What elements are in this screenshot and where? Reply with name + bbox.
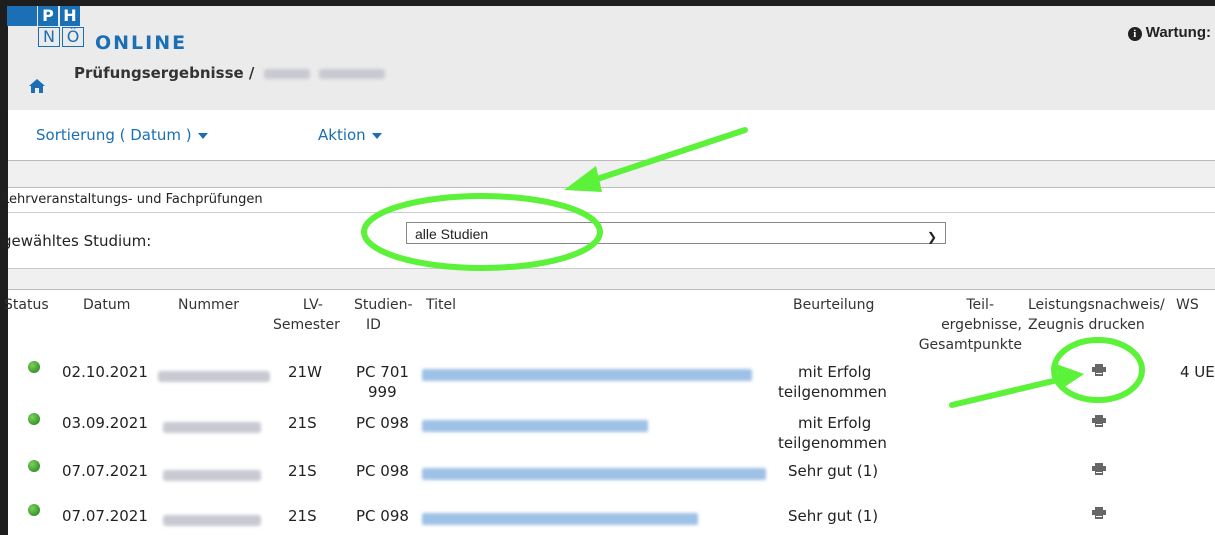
info-icon: i bbox=[1127, 27, 1142, 41]
col-lv-semester-line2: Semester bbox=[273, 317, 340, 333]
row-titel-link[interactable] bbox=[422, 465, 766, 485]
spacer-bar bbox=[8, 268, 1215, 290]
chevron-down-icon: ❯ bbox=[926, 230, 937, 244]
col-nummer[interactable]: Nummer bbox=[178, 295, 239, 315]
row-beurteilung-line1: mit Erfolg bbox=[798, 363, 872, 381]
row-beurteilung: Sehr gut (1) bbox=[788, 462, 879, 480]
col-teilergebnisse[interactable]: Teil- ergebnisse, Gesamtpunkte bbox=[912, 295, 1022, 355]
col-studien-line2: ID bbox=[366, 317, 381, 333]
col-lv-semester[interactable]: LV- Semester bbox=[273, 295, 340, 335]
col-beurteilung[interactable]: Beurteilung bbox=[793, 295, 874, 315]
col-studien-id[interactable]: Studien- ID bbox=[354, 295, 413, 335]
caret-down-icon bbox=[371, 132, 382, 139]
print-icon[interactable] bbox=[1092, 415, 1106, 427]
col-leistung-line2: Zeugnis drucken bbox=[1028, 317, 1145, 333]
col-teil-line2: ergebnisse, bbox=[941, 317, 1022, 333]
sort-menu-label: Sortierung ( Datum ) bbox=[36, 126, 192, 144]
row-beurteilung-line1: mit Erfolg bbox=[798, 414, 872, 432]
row-titel-link[interactable] bbox=[422, 417, 648, 437]
row-nummer-redacted bbox=[163, 417, 261, 437]
col-leistung-line1: Leistungsnachweis/ bbox=[1028, 297, 1165, 313]
row-semester: 21S bbox=[288, 507, 317, 525]
col-status[interactable]: Status bbox=[4, 295, 49, 315]
print-icon[interactable] bbox=[1092, 364, 1106, 376]
row-titel-link[interactable] bbox=[422, 510, 698, 530]
row-semester: 21S bbox=[288, 414, 317, 432]
col-titel[interactable]: Titel bbox=[426, 295, 456, 315]
study-filter-row: gewähltes Studium: alle Studien ❯ bbox=[2, 212, 1215, 268]
row-semester: 21W bbox=[288, 363, 322, 381]
breadcrumb: Prüfungsergebnisse / bbox=[74, 64, 385, 82]
row-datum: 02.10.2021 bbox=[62, 363, 148, 381]
row-nummer-redacted bbox=[163, 465, 261, 485]
status-ok-icon bbox=[28, 413, 40, 425]
row-studien-line1: PC 701 bbox=[356, 363, 409, 381]
row-nummer-redacted bbox=[163, 510, 261, 530]
col-ws[interactable]: WS bbox=[1176, 295, 1199, 315]
col-datum[interactable]: Datum bbox=[83, 295, 130, 315]
status-ok-icon bbox=[28, 460, 40, 472]
logo-bar bbox=[7, 6, 37, 26]
logo-letter: Ö bbox=[62, 27, 84, 47]
section-title: Lehrveranstaltungs- und Fachprüfungen bbox=[2, 188, 1215, 213]
row-studien: PC 098 bbox=[356, 414, 409, 432]
app-header: PH NÖ ONLINE i Wartung: Prüfungsergebniss… bbox=[7, 6, 1215, 110]
caret-down-icon bbox=[197, 132, 208, 139]
menu-bar: Sortierung ( Datum ) Aktion bbox=[8, 110, 1215, 161]
col-teil-line3: Gesamtpunkte bbox=[918, 337, 1022, 353]
action-menu-label: Aktion bbox=[318, 126, 366, 144]
row-ws: 4 UE bbox=[1180, 363, 1215, 381]
row-studien-line2: 999 bbox=[368, 383, 397, 401]
print-icon[interactable] bbox=[1092, 463, 1106, 475]
logo-letter: H bbox=[60, 6, 80, 26]
row-studien: PC 098 bbox=[356, 507, 409, 525]
logo-letter: N bbox=[38, 27, 60, 47]
table-row: 07.07.2021 21S PC 098 Sehr gut (1) bbox=[8, 500, 1215, 534]
table-row: 02.10.2021 21W PC 701 999 mit Erfolg tei… bbox=[8, 358, 1215, 406]
row-nummer-redacted bbox=[158, 366, 270, 386]
col-lv-semester-line1: LV- bbox=[302, 297, 323, 313]
row-datum: 07.07.2021 bbox=[62, 462, 148, 480]
logo-wordmark: ONLINE bbox=[95, 32, 188, 54]
row-beurteilung-line2: teilgenommen bbox=[778, 434, 887, 452]
row-semester: 21S bbox=[288, 462, 317, 480]
row-datum: 07.07.2021 bbox=[62, 507, 148, 525]
redacted-name bbox=[318, 68, 385, 79]
col-leistungsnachweis[interactable]: Leistungsnachweis/ Zeugnis drucken bbox=[1028, 295, 1165, 335]
study-label: gewähltes Studium: bbox=[2, 232, 152, 250]
study-select-value: alle Studien bbox=[415, 226, 489, 242]
page-title: Prüfungsergebnisse / bbox=[74, 64, 255, 82]
status-ok-icon bbox=[28, 504, 40, 516]
row-datum: 03.09.2021 bbox=[62, 414, 148, 432]
col-teil-line1: Teil- bbox=[966, 297, 994, 313]
row-titel-link[interactable] bbox=[422, 366, 752, 386]
table-row: 07.07.2021 21S PC 098 Sehr gut (1) bbox=[8, 458, 1215, 494]
row-beurteilung: Sehr gut (1) bbox=[788, 507, 879, 525]
col-studien-line1: Studien- bbox=[354, 297, 413, 313]
home-icon[interactable] bbox=[28, 78, 46, 94]
action-menu[interactable]: Aktion bbox=[318, 126, 382, 144]
print-icon[interactable] bbox=[1092, 507, 1106, 519]
maintenance-label: Wartung: bbox=[1145, 24, 1211, 41]
row-studien: PC 098 bbox=[356, 462, 409, 480]
logo-letter: P bbox=[38, 6, 58, 26]
section-title-text: Lehrveranstaltungs- und Fachprüfungen bbox=[2, 192, 263, 207]
row-beurteilung-line2: teilgenommen bbox=[778, 383, 887, 401]
sort-menu[interactable]: Sortierung ( Datum ) bbox=[36, 126, 208, 144]
table-row: 03.09.2021 21S PC 098 mit Erfolg teilgen… bbox=[8, 410, 1215, 456]
status-ok-icon bbox=[28, 361, 40, 373]
study-select[interactable]: alle Studien ❯ bbox=[406, 222, 946, 244]
maintenance-notice[interactable]: i Wartung: bbox=[1127, 24, 1211, 41]
redacted-name bbox=[263, 68, 310, 79]
spacer-bar bbox=[8, 161, 1215, 188]
